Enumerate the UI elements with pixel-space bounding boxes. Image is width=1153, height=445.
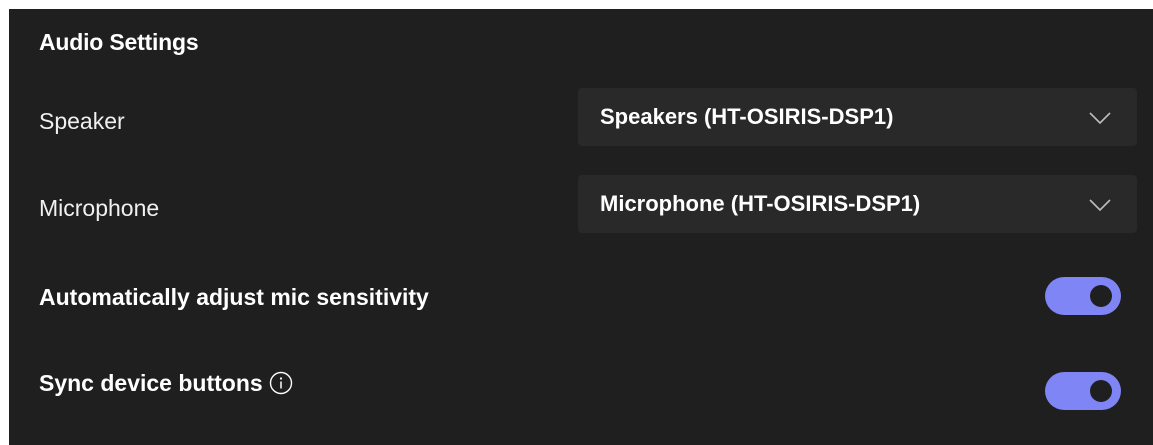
speaker-label: Speaker	[39, 108, 125, 134]
info-icon[interactable]	[269, 371, 293, 395]
auto-adjust-label: Automatically adjust mic sensitivity	[39, 284, 429, 310]
panel-title: Audio Settings	[39, 29, 199, 55]
auto-adjust-toggle[interactable]	[1045, 277, 1121, 315]
chevron-down-icon	[1089, 199, 1111, 211]
audio-settings-panel: Audio Settings Speaker Speakers (HT-OSIR…	[9, 9, 1153, 445]
microphone-selected-value: Microphone (HT-OSIRIS-DSP1)	[600, 191, 921, 216]
microphone-dropdown[interactable]: Microphone (HT-OSIRIS-DSP1)	[578, 175, 1137, 233]
chevron-down-icon	[1089, 112, 1111, 124]
toggle-knob	[1090, 285, 1112, 307]
microphone-label: Microphone	[39, 195, 160, 221]
toggle-knob	[1090, 380, 1112, 402]
sync-buttons-toggle[interactable]	[1045, 372, 1121, 410]
sync-buttons-row-label: Sync device buttons	[39, 370, 293, 397]
sync-buttons-label: Sync device buttons	[39, 370, 263, 396]
speaker-selected-value: Speakers (HT-OSIRIS-DSP1)	[600, 104, 894, 129]
speaker-dropdown[interactable]: Speakers (HT-OSIRIS-DSP1)	[578, 88, 1137, 146]
